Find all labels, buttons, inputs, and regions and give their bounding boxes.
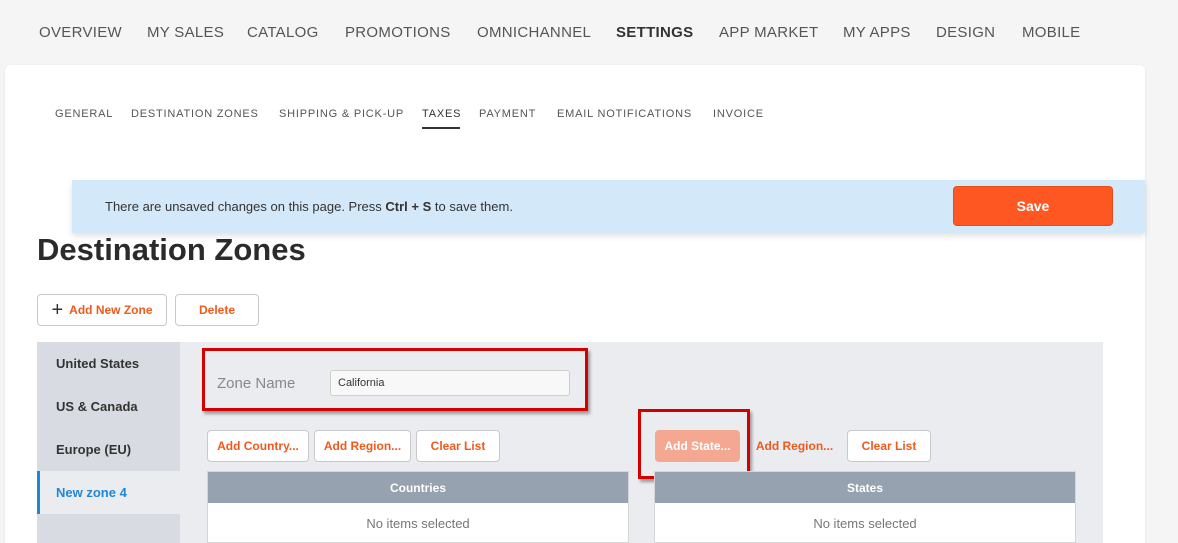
unsaved-changes-message: There are unsaved changes on this page. … xyxy=(105,199,513,214)
add-region-button-states[interactable]: Add Region... xyxy=(747,430,842,462)
page-title: Destination Zones xyxy=(37,232,306,267)
nav-omnichannel[interactable]: OMNICHANNEL xyxy=(477,24,591,41)
save-button[interactable]: Save xyxy=(953,186,1113,226)
zone-item-europe-eu[interactable]: Europe (EU) xyxy=(37,428,180,471)
tab-destination-zones[interactable]: DESTINATION ZONES xyxy=(131,108,259,120)
tab-payment[interactable]: PAYMENT xyxy=(479,108,536,120)
nav-overview[interactable]: OVERVIEW xyxy=(39,24,122,41)
states-table-header: States xyxy=(655,472,1075,503)
countries-empty-message: No items selected xyxy=(366,515,470,531)
add-new-zone-button[interactable]: + Add New Zone xyxy=(37,294,167,326)
countries-table-header: Countries xyxy=(208,472,628,503)
countries-table: Countries No items selected xyxy=(207,471,629,543)
nav-settings[interactable]: SETTINGS xyxy=(616,24,693,41)
tab-invoice[interactable]: INVOICE xyxy=(713,108,764,120)
top-navigation: OVERVIEW MY SALES CATALOG PROMOTIONS OMN… xyxy=(0,0,1178,65)
clear-list-button-states[interactable]: Clear List xyxy=(847,430,931,462)
zone-item-us-canada[interactable]: US & Canada xyxy=(37,385,180,428)
nav-my-apps[interactable]: MY APPS xyxy=(843,24,911,41)
nav-catalog[interactable]: CATALOG xyxy=(247,24,319,41)
states-empty-message: No items selected xyxy=(813,515,917,531)
add-country-button[interactable]: Add Country... xyxy=(207,430,309,462)
add-new-zone-label: Add New Zone xyxy=(69,303,153,317)
nav-mobile[interactable]: MOBILE xyxy=(1022,24,1080,41)
zone-item-new-zone-4[interactable]: New zone 4 xyxy=(37,471,180,514)
nav-my-sales[interactable]: MY SALES xyxy=(147,24,224,41)
clear-list-button-countries[interactable]: Clear List xyxy=(416,430,500,462)
tab-email-notifications[interactable]: EMAIL NOTIFICATIONS xyxy=(557,108,692,120)
zone-list: United States US & Canada Europe (EU) Ne… xyxy=(37,342,180,543)
zone-name-label: Zone Name xyxy=(217,375,296,392)
nav-design[interactable]: DESIGN xyxy=(936,24,995,41)
active-tab-underline xyxy=(422,127,460,129)
nav-app-market[interactable]: APP MARKET xyxy=(719,24,818,41)
plus-icon: + xyxy=(51,299,64,321)
tab-shipping-pickup[interactable]: SHIPPING & PICK-UP xyxy=(279,108,404,120)
states-table: States No items selected xyxy=(654,471,1076,543)
delete-zone-button[interactable]: Delete xyxy=(175,294,259,326)
add-state-button[interactable]: Add State... xyxy=(655,430,740,462)
unsaved-changes-banner: There are unsaved changes on this page. … xyxy=(72,180,1145,233)
zone-item-united-states[interactable]: United States xyxy=(37,342,180,385)
nav-promotions[interactable]: PROMOTIONS xyxy=(345,24,451,41)
zone-name-input[interactable] xyxy=(330,370,570,396)
shortcut-hint: Ctrl + S xyxy=(385,199,432,214)
add-region-button-countries[interactable]: Add Region... xyxy=(314,430,411,462)
tab-taxes[interactable]: TAXES xyxy=(422,108,461,120)
tab-general[interactable]: GENERAL xyxy=(55,108,113,120)
